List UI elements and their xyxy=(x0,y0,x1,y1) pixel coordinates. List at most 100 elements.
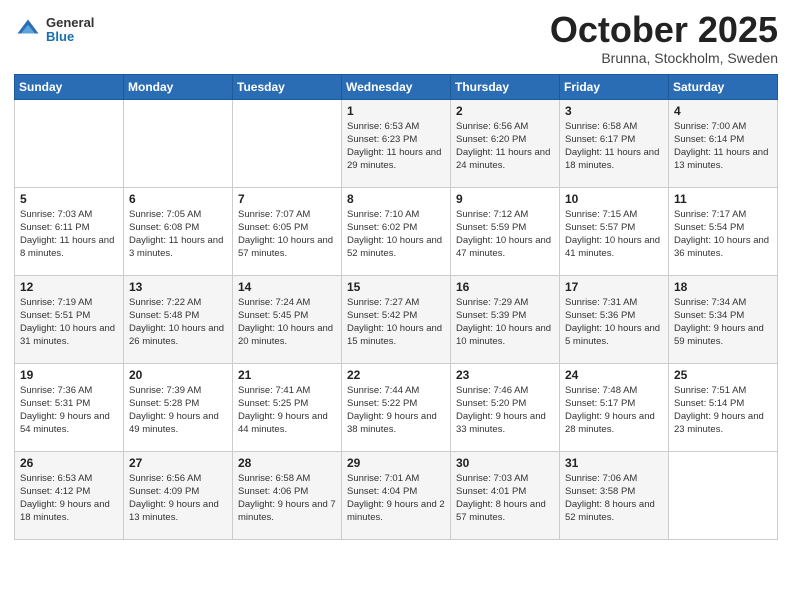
day-cell: 25Sunrise: 7:51 AMSunset: 5:14 PMDayligh… xyxy=(669,363,778,451)
day-info: Sunrise: 7:17 AMSunset: 5:54 PMDaylight:… xyxy=(674,208,772,261)
day-info: Sunrise: 7:31 AMSunset: 5:36 PMDaylight:… xyxy=(565,296,663,349)
week-row-3: 12Sunrise: 7:19 AMSunset: 5:51 PMDayligh… xyxy=(15,275,778,363)
day-cell: 11 Sunrise: 7:17 AMSunset: 5:54 PMDayligh… xyxy=(669,187,778,275)
day-cell: 9Sunrise: 7:12 AMSunset: 5:59 PMDaylight… xyxy=(451,187,560,275)
weekday-header-monday: Monday xyxy=(124,74,233,99)
logo-icon xyxy=(14,16,42,44)
day-cell: 7 Sunrise: 7:07 AMSunset: 6:05 PMDaylight… xyxy=(233,187,342,275)
day-number: 24 xyxy=(565,368,663,382)
day-number: 31 xyxy=(565,456,663,470)
day-info: Sunrise: 7:34 AMSunset: 5:34 PMDaylight:… xyxy=(674,296,772,349)
day-number: 1 xyxy=(347,104,445,118)
day-number: 5 xyxy=(20,192,118,206)
day-info: Sunrise: 6:58 AMSunset: 4:06 PMDaylight:… xyxy=(238,472,336,525)
week-row-1: 1 Sunrise: 6:53 AMSunset: 6:23 PMDaylight… xyxy=(15,99,778,187)
day-cell: 16 Sunrise: 7:29 AMSunset: 5:39 PMDayligh… xyxy=(451,275,560,363)
day-info: Sunrise: 6:53 AMSunset: 4:12 PMDaylight:… xyxy=(20,472,118,525)
day-cell: 22Sunrise: 7:44 AMSunset: 5:22 PMDayligh… xyxy=(342,363,451,451)
day-number: 26 xyxy=(20,456,118,470)
weekday-row: SundayMondayTuesdayWednesdayThursdayFrid… xyxy=(15,74,778,99)
day-info: Sunrise: 7:06 AMSunset: 3:58 PMDaylight:… xyxy=(565,472,663,525)
day-number: 12 xyxy=(20,280,118,294)
day-cell: 17Sunrise: 7:31 AMSunset: 5:36 PMDayligh… xyxy=(560,275,669,363)
day-number: 27 xyxy=(129,456,227,470)
day-cell: 2 Sunrise: 6:56 AMSunset: 6:20 PMDaylight… xyxy=(451,99,560,187)
day-number: 30 xyxy=(456,456,554,470)
logo-text: General Blue xyxy=(46,16,94,45)
day-cell: 15Sunrise: 7:27 AMSunset: 5:42 PMDayligh… xyxy=(342,275,451,363)
day-info: Sunrise: 6:58 AMSunset: 6:17 PMDaylight:… xyxy=(565,120,663,173)
day-cell xyxy=(124,99,233,187)
day-number: 8 xyxy=(347,192,445,206)
day-info: Sunrise: 7:36 AMSunset: 5:31 PMDaylight:… xyxy=(20,384,118,437)
day-info: Sunrise: 6:56 AMSunset: 4:09 PMDaylight:… xyxy=(129,472,227,525)
header: General Blue October 2025 Brunna, Stockh… xyxy=(14,10,778,66)
day-info: Sunrise: 7:29 AMSunset: 5:39 PMDaylight:… xyxy=(456,296,554,349)
day-number: 3 xyxy=(565,104,663,118)
day-number: 23 xyxy=(456,368,554,382)
day-info: Sunrise: 7:03 AMSunset: 6:11 PMDaylight:… xyxy=(20,208,118,261)
day-cell: 24Sunrise: 7:48 AMSunset: 5:17 PMDayligh… xyxy=(560,363,669,451)
day-number: 14 xyxy=(238,280,336,294)
logo: General Blue xyxy=(14,16,94,45)
day-cell: 5 Sunrise: 7:03 AMSunset: 6:11 PMDaylight… xyxy=(15,187,124,275)
day-info: Sunrise: 7:22 AMSunset: 5:48 PMDaylight:… xyxy=(129,296,227,349)
day-number: 4 xyxy=(674,104,772,118)
calendar-container: General Blue October 2025 Brunna, Stockh… xyxy=(0,0,792,550)
day-number: 7 xyxy=(238,192,336,206)
calendar-table: SundayMondayTuesdayWednesdayThursdayFrid… xyxy=(14,74,778,540)
day-number: 18 xyxy=(674,280,772,294)
day-info: Sunrise: 7:07 AMSunset: 6:05 PMDaylight:… xyxy=(238,208,336,261)
day-info: Sunrise: 7:01 AMSunset: 4:04 PMDaylight:… xyxy=(347,472,445,525)
day-cell: 20Sunrise: 7:39 AMSunset: 5:28 PMDayligh… xyxy=(124,363,233,451)
weekday-header-sunday: Sunday xyxy=(15,74,124,99)
day-cell: 31 Sunrise: 7:06 AMSunset: 3:58 PMDayligh… xyxy=(560,451,669,539)
day-number: 2 xyxy=(456,104,554,118)
week-row-4: 19Sunrise: 7:36 AMSunset: 5:31 PMDayligh… xyxy=(15,363,778,451)
day-info: Sunrise: 7:44 AMSunset: 5:22 PMDaylight:… xyxy=(347,384,445,437)
weekday-header-tuesday: Tuesday xyxy=(233,74,342,99)
day-cell: 14 Sunrise: 7:24 AMSunset: 5:45 PMDayligh… xyxy=(233,275,342,363)
day-number: 25 xyxy=(674,368,772,382)
day-cell: 6Sunrise: 7:05 AMSunset: 6:08 PMDaylight… xyxy=(124,187,233,275)
day-cell: 28 Sunrise: 6:58 AMSunset: 4:06 PMDayligh… xyxy=(233,451,342,539)
day-cell: 26 Sunrise: 6:53 AMSunset: 4:12 PMDayligh… xyxy=(15,451,124,539)
day-info: Sunrise: 7:03 AMSunset: 4:01 PMDaylight:… xyxy=(456,472,554,525)
day-number: 29 xyxy=(347,456,445,470)
day-cell xyxy=(233,99,342,187)
day-info: Sunrise: 6:53 AMSunset: 6:23 PMDaylight:… xyxy=(347,120,445,173)
day-cell: 21Sunrise: 7:41 AMSunset: 5:25 PMDayligh… xyxy=(233,363,342,451)
calendar-body: 1 Sunrise: 6:53 AMSunset: 6:23 PMDaylight… xyxy=(15,99,778,539)
day-cell xyxy=(15,99,124,187)
weekday-header-thursday: Thursday xyxy=(451,74,560,99)
weekday-header-saturday: Saturday xyxy=(669,74,778,99)
day-number: 11 xyxy=(674,192,772,206)
week-row-2: 5 Sunrise: 7:03 AMSunset: 6:11 PMDaylight… xyxy=(15,187,778,275)
day-number: 28 xyxy=(238,456,336,470)
day-cell: 8 Sunrise: 7:10 AMSunset: 6:02 PMDaylight… xyxy=(342,187,451,275)
day-cell: 3 Sunrise: 6:58 AMSunset: 6:17 PMDaylight… xyxy=(560,99,669,187)
day-number: 16 xyxy=(456,280,554,294)
day-cell: 27 Sunrise: 6:56 AMSunset: 4:09 PMDayligh… xyxy=(124,451,233,539)
day-number: 10 xyxy=(565,192,663,206)
title-block: October 2025 Brunna, Stockholm, Sweden xyxy=(550,10,778,66)
day-info: Sunrise: 7:10 AMSunset: 6:02 PMDaylight:… xyxy=(347,208,445,261)
day-number: 6 xyxy=(129,192,227,206)
day-cell: 18 Sunrise: 7:34 AMSunset: 5:34 PMDayligh… xyxy=(669,275,778,363)
day-info: Sunrise: 7:46 AMSunset: 5:20 PMDaylight:… xyxy=(456,384,554,437)
day-number: 15 xyxy=(347,280,445,294)
month-title: October 2025 xyxy=(550,10,778,50)
weekday-header-friday: Friday xyxy=(560,74,669,99)
day-cell: 13 Sunrise: 7:22 AMSunset: 5:48 PMDayligh… xyxy=(124,275,233,363)
day-number: 13 xyxy=(129,280,227,294)
day-cell: 1 Sunrise: 6:53 AMSunset: 6:23 PMDaylight… xyxy=(342,99,451,187)
day-cell: 10Sunrise: 7:15 AMSunset: 5:57 PMDayligh… xyxy=(560,187,669,275)
logo-blue: Blue xyxy=(46,30,94,44)
location: Brunna, Stockholm, Sweden xyxy=(550,50,778,66)
day-info: Sunrise: 7:39 AMSunset: 5:28 PMDaylight:… xyxy=(129,384,227,437)
day-info: Sunrise: 7:24 AMSunset: 5:45 PMDaylight:… xyxy=(238,296,336,349)
week-row-5: 26 Sunrise: 6:53 AMSunset: 4:12 PMDayligh… xyxy=(15,451,778,539)
day-cell xyxy=(669,451,778,539)
day-info: Sunrise: 6:56 AMSunset: 6:20 PMDaylight:… xyxy=(456,120,554,173)
day-info: Sunrise: 7:00 AMSunset: 6:14 PMDaylight:… xyxy=(674,120,772,173)
